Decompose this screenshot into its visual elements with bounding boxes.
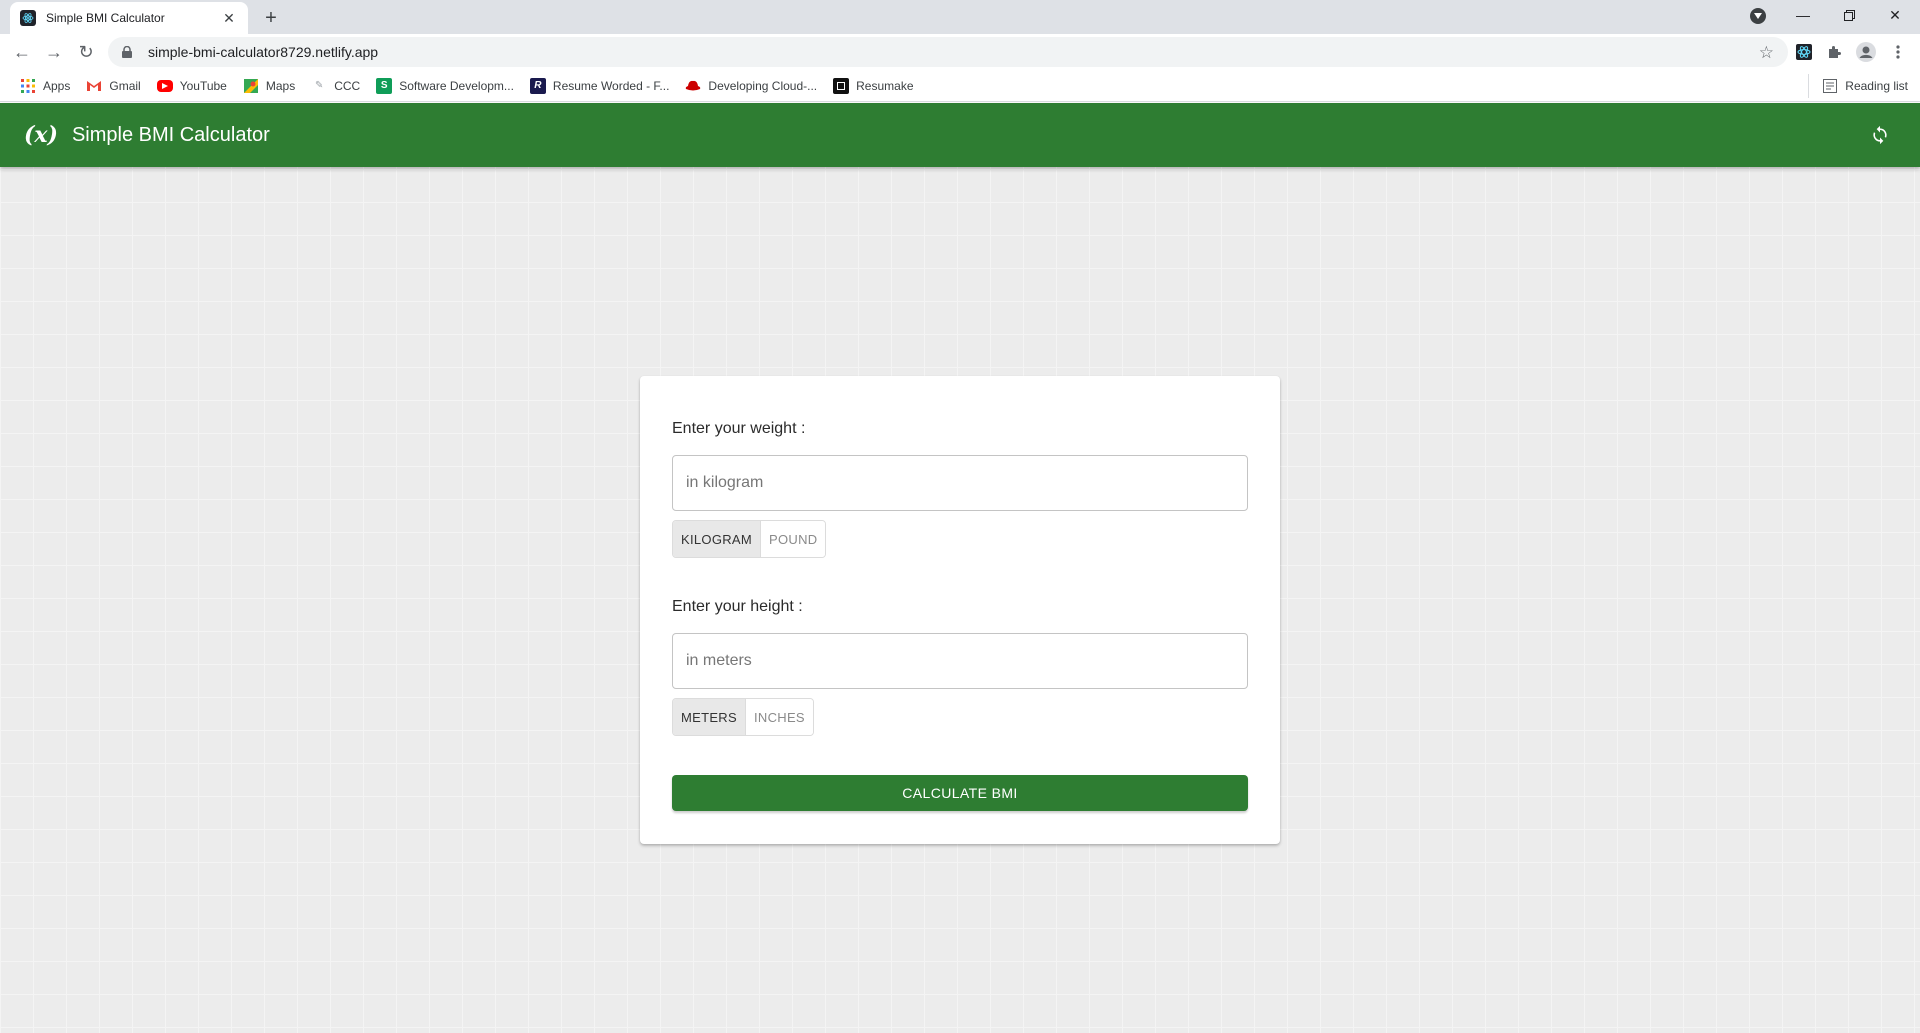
bookmark-label: Developing Cloud-...	[708, 78, 818, 93]
back-arrow-icon[interactable]: ←	[10, 40, 34, 64]
bookmark-maps[interactable]: Maps	[235, 74, 303, 98]
weight-label: Enter your weight :	[672, 420, 806, 437]
bookmark-ccc[interactable]: ✎ CCC	[303, 74, 368, 98]
bookmark-label: Software Developm...	[399, 78, 514, 93]
extensions-puzzle-icon[interactable]	[1824, 42, 1844, 62]
calculate-bmi-button[interactable]: CALCULATE BMI	[672, 775, 1248, 811]
browser-toolbar: ← → ↻ simple-bmi-calculator8729.netlify.…	[0, 34, 1920, 70]
height-unit-toggle: METERS INCHES	[672, 698, 814, 736]
restore-icon[interactable]	[1826, 0, 1872, 30]
app-bar: (x) Simple BMI Calculator	[0, 103, 1920, 167]
address-bar[interactable]: simple-bmi-calculator8729.netlify.app ☆	[108, 37, 1788, 67]
height-unit-meters[interactable]: METERS	[673, 699, 745, 735]
bmi-form-card: Enter your weight : KILOGRAM POUND Enter…	[640, 376, 1280, 844]
refresh-icon[interactable]	[1868, 123, 1892, 147]
bookmark-star-icon[interactable]: ☆	[1759, 43, 1774, 63]
bookmark-label: YouTube	[179, 78, 227, 93]
weight-unit-toggle: KILOGRAM POUND	[672, 520, 827, 558]
weight-unit-pound[interactable]: POUND	[760, 521, 826, 557]
bookmark-gmail[interactable]: Gmail	[78, 74, 148, 98]
tab-search-icon[interactable]	[1750, 8, 1766, 24]
app-logo: (x)	[24, 122, 58, 148]
bookmark-label: Gmail	[109, 78, 141, 93]
ccc-icon: ✎	[315, 80, 324, 91]
app-title: Simple BMI Calculator	[71, 123, 270, 146]
react-favicon-icon	[20, 10, 36, 26]
gmail-icon	[86, 78, 102, 94]
reading-list-button[interactable]: Reading list	[1808, 74, 1908, 98]
browser-tab-strip: Simple BMI Calculator ✕ + — ✕	[0, 0, 1920, 34]
bookmark-label: Resume Worded - F...	[552, 78, 670, 93]
bookmark-label: Resumake	[856, 78, 914, 93]
height-unit-inches[interactable]: INCHES	[744, 699, 813, 735]
bookmark-youtube[interactable]: YouTube	[149, 74, 235, 98]
r-icon: R	[529, 77, 546, 94]
bookmark-software-development[interactable]: S Software Developm...	[368, 74, 522, 98]
bookmark-resume-worded[interactable]: R Resume Worded - F...	[522, 74, 677, 98]
resumake-icon	[833, 77, 850, 94]
s-icon: S	[376, 77, 393, 94]
url-text: simple-bmi-calculator8729.netlify.app	[148, 44, 379, 60]
forward-arrow-icon[interactable]: →	[42, 40, 66, 64]
reload-icon[interactable]: ↻	[74, 40, 98, 64]
weight-unit-kilogram[interactable]: KILOGRAM	[673, 521, 761, 557]
reading-list-label: Reading list	[1845, 79, 1908, 93]
weight-input[interactable]	[672, 455, 1248, 511]
youtube-icon	[156, 79, 173, 92]
bookmark-label: Maps	[265, 78, 296, 93]
browser-menu-icon[interactable]	[1888, 42, 1908, 62]
tab-title: Simple BMI Calculator	[46, 11, 165, 25]
bookmark-apps[interactable]: Apps	[12, 74, 78, 98]
height-input[interactable]	[672, 633, 1248, 689]
lock-icon	[120, 45, 134, 59]
react-devtools-extension-icon[interactable]	[1794, 42, 1814, 62]
bookmark-developing-cloud[interactable]: Developing Cloud-...	[677, 74, 825, 98]
profile-avatar-icon[interactable]	[1856, 42, 1876, 62]
browser-tab[interactable]: Simple BMI Calculator ✕	[10, 2, 248, 34]
bookmark-label: CCC	[334, 78, 361, 93]
minimize-icon[interactable]: —	[1780, 0, 1826, 30]
tab-close-icon[interactable]: ✕	[220, 9, 238, 27]
height-label: Enter your height :	[672, 598, 803, 615]
new-tab-button[interactable]: +	[258, 5, 284, 31]
page-background: (x) Simple BMI Calculator Enter your wei…	[0, 103, 1920, 1033]
reading-list-icon	[1823, 79, 1838, 93]
bookmarks-bar: Apps Gmail YouTube Maps ✎ CCC S Software…	[0, 70, 1920, 102]
apps-grid-icon	[20, 78, 36, 94]
redhat-icon	[685, 78, 701, 94]
bookmark-resumake[interactable]: Resumake	[825, 74, 921, 98]
bookmark-label: Apps	[43, 78, 71, 93]
window-close-icon[interactable]: ✕	[1872, 0, 1918, 30]
maps-icon	[243, 78, 259, 94]
